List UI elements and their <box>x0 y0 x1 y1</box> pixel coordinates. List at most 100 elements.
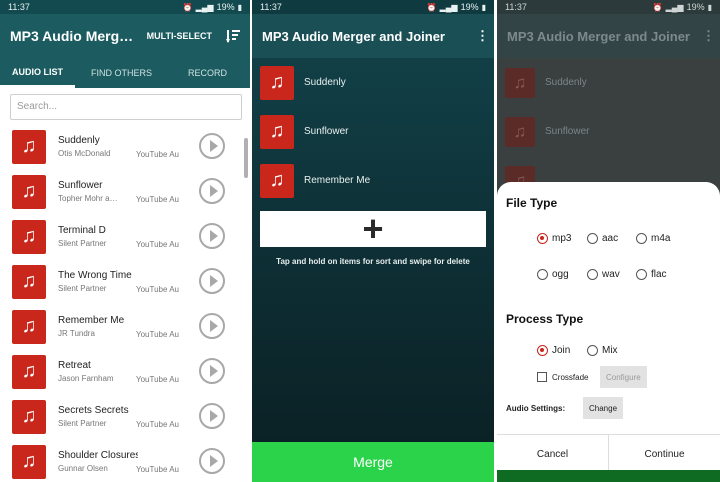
radio-m4a[interactable]: m4a <box>636 233 670 244</box>
song-source: YouTube Au <box>136 375 180 384</box>
sort-icon[interactable] <box>226 28 240 44</box>
list-item[interactable]: ♫ Secrets Secrets Silent Partner YouTube… <box>0 394 250 439</box>
audio-list: ♫ Suddenly Otis McDonald YouTube Au ♫ Su… <box>0 124 250 482</box>
play-icon[interactable] <box>199 313 225 339</box>
continue-button[interactable]: Continue <box>609 435 720 474</box>
file-type-title: File Type <box>506 196 558 210</box>
radio-aac[interactable]: aac <box>587 233 618 244</box>
battery-text: 19% <box>216 2 235 12</box>
signal-icon: ▂▄▆ <box>665 2 684 12</box>
list-item[interactable]: ♫ Sunflower Topher Mohr a… YouTube Au <box>0 169 250 214</box>
song-title: Terminal D <box>58 225 106 236</box>
play-icon[interactable] <box>199 358 225 384</box>
radio-ogg[interactable]: ogg <box>537 269 569 280</box>
music-note-icon: ♫ <box>12 444 46 479</box>
app-title: MP3 Audio Merg… <box>10 28 134 44</box>
play-icon[interactable] <box>199 223 225 249</box>
status-time: 11:37 <box>8 2 30 12</box>
radio-icon <box>587 345 598 356</box>
music-note-icon: ♫ <box>12 129 46 164</box>
song-source: YouTube Au <box>136 195 180 204</box>
signal-icon: ▂▄▆ <box>195 2 214 12</box>
tab-record[interactable]: RECORD <box>176 58 239 88</box>
radio-wav[interactable]: wav <box>587 269 620 280</box>
configure-button[interactable]: Configure <box>600 366 647 388</box>
list-item[interactable]: ♫ Sunflower <box>252 107 494 156</box>
play-icon[interactable] <box>199 178 225 204</box>
radio-join[interactable]: Join <box>537 345 570 356</box>
overflow-menu-icon: ⋮ <box>702 28 715 43</box>
list-item: ♫ Sunflower <box>497 107 720 156</box>
song-artist: Silent Partner <box>58 284 107 293</box>
song-artist: Otis McDonald <box>58 149 111 158</box>
music-note-icon: ♫ <box>260 163 294 198</box>
song-source: YouTube Au <box>136 150 180 159</box>
radio-mp3[interactable]: mp3 <box>537 233 571 244</box>
change-button[interactable]: Change <box>583 397 624 419</box>
add-audio-button[interactable]: + <box>260 211 486 247</box>
multi-select-button[interactable]: MULTI-SELECT <box>147 31 212 41</box>
radio-mix[interactable]: Mix <box>587 345 618 356</box>
play-icon[interactable] <box>199 448 225 474</box>
scrollbar[interactable] <box>244 138 248 178</box>
list-item[interactable]: ♫ Terminal D Silent Partner YouTube Au <box>0 214 250 259</box>
music-note-icon: ♫ <box>260 65 294 100</box>
status-icons: ⏰ ▂▄▆ 19% ▮ <box>427 2 486 12</box>
play-icon[interactable] <box>199 403 225 429</box>
radio-label: Mix <box>602 345 618 356</box>
radio-label: Join <box>552 345 571 356</box>
radio-selected-icon <box>537 345 548 356</box>
item-texts: Shoulder Closures Gunnar Olsen <box>58 450 138 473</box>
search-input[interactable]: Search... <box>10 94 242 120</box>
hint-text: Tap and hold on items for sort and swipe… <box>276 257 470 266</box>
song-title: Remember Me <box>58 315 125 326</box>
play-icon[interactable] <box>199 268 225 294</box>
item-texts: Remember Me JR Tundra <box>58 315 138 338</box>
music-note-icon: ♫ <box>260 114 294 149</box>
song-title: Sunflower <box>545 126 590 137</box>
app-bar: MP3 Audio Merger and Joiner ⋮ <box>252 14 494 58</box>
tab-find-others[interactable]: FIND OTHERS <box>79 58 164 88</box>
item-texts: Terminal D Silent Partner <box>58 225 138 248</box>
list-item[interactable]: ♫ Remember Me <box>252 156 494 205</box>
play-icon[interactable] <box>199 133 225 159</box>
list-item[interactable]: ♫ Remember Me JR Tundra YouTube Au <box>0 304 250 349</box>
checkbox-label: Crossfade <box>552 372 589 382</box>
song-title: Secrets Secrets <box>58 405 129 416</box>
app-bar: MP3 Audio Merger and Joiner ⋮ <box>497 14 720 58</box>
radio-label: wav <box>602 269 620 280</box>
radio-flac[interactable]: flac <box>636 269 667 280</box>
tab-bar: AUDIO LIST FIND OTHERS RECORD <box>0 58 250 88</box>
song-source: YouTube Au <box>136 465 180 474</box>
radio-icon <box>537 269 548 280</box>
list-item[interactable]: ♫ The Wrong Time Silent Partner YouTube … <box>0 259 250 304</box>
cancel-button[interactable]: Cancel <box>497 435 609 474</box>
song-artist: Gunnar Olsen <box>58 464 108 473</box>
battery-icon: ▮ <box>237 2 242 12</box>
song-title: Sunflower <box>304 126 349 137</box>
item-texts: Retreat Jason Farnham <box>58 360 138 383</box>
item-texts: Sunflower Topher Mohr a… <box>58 180 138 203</box>
radio-icon <box>636 233 647 244</box>
list-item[interactable]: ♫ Suddenly <box>252 58 494 107</box>
alarm-icon: ⏰ <box>182 2 193 12</box>
list-item[interactable]: ♫ Shoulder Closures Gunnar Olsen YouTube… <box>0 439 250 482</box>
song-artist: JR Tundra <box>58 329 95 338</box>
crossfade-checkbox[interactable]: Crossfade <box>537 372 588 382</box>
battery-text: 19% <box>686 2 705 12</box>
list-item[interactable]: ♫ Retreat Jason Farnham YouTube Au <box>0 349 250 394</box>
song-title: Suddenly <box>545 77 587 88</box>
list-item[interactable]: ♫ Suddenly Otis McDonald YouTube Au <box>0 124 250 169</box>
radio-icon <box>587 233 598 244</box>
dialog-actions: Cancel Continue <box>497 434 720 474</box>
merge-button[interactable]: Merge <box>252 442 494 482</box>
overflow-menu-icon[interactable]: ⋮ <box>476 28 489 44</box>
song-title: Remember Me <box>304 175 371 186</box>
status-bar: 11:37 ⏰ ▂▄▆ 19% ▮ <box>497 0 720 14</box>
alarm-icon: ⏰ <box>652 2 663 12</box>
tab-audio-list[interactable]: AUDIO LIST <box>0 58 75 88</box>
music-note-icon: ♫ <box>12 219 46 254</box>
app-title: MP3 Audio Merger and Joiner <box>507 28 690 44</box>
battery-icon: ▮ <box>707 2 712 12</box>
status-time: 11:37 <box>505 2 527 12</box>
